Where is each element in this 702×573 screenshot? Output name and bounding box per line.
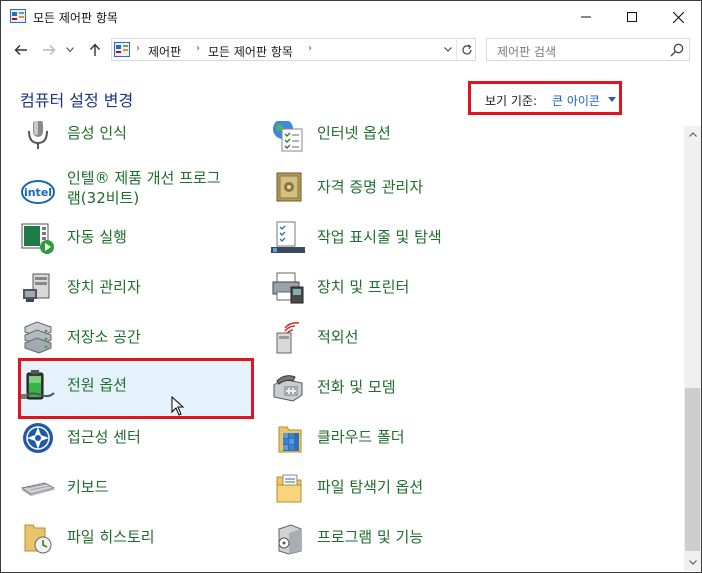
items-grid: 음성 인식 인터넷 옵션 intel 인텔® 제품 개선 프로그 램(32비트) bbox=[1, 121, 684, 572]
breadcrumb-separator-icon[interactable]: › bbox=[196, 43, 200, 54]
svg-text:intel: intel bbox=[24, 186, 52, 199]
search-placeholder: 제어판 검색 bbox=[497, 45, 557, 59]
address-bar[interactable]: › 제어판 › 모든 제어판 항목 › bbox=[111, 38, 476, 61]
navigation-bar: › 제어판 › 모든 제어판 항목 › 제어판 검색 bbox=[1, 33, 701, 67]
control-panel-window: 모든 제어판 항목 › 제어판 › 모든 제어판 항목 › 제어판 검색 컴퓨터… bbox=[0, 0, 702, 573]
item-label: 접근성 센터 bbox=[67, 428, 141, 446]
item-label: 전화 및 모뎀 bbox=[317, 378, 396, 396]
item-label: 키보드 bbox=[67, 478, 109, 496]
device-manager-icon bbox=[23, 273, 50, 302]
dropdown-caret-icon[interactable] bbox=[608, 97, 616, 102]
item-label: 작업 표시줄 및 탐색 bbox=[317, 228, 442, 246]
vertical-scrollbar[interactable] bbox=[684, 126, 701, 571]
keyboard-icon bbox=[21, 482, 55, 496]
file-history-icon bbox=[24, 524, 52, 554]
window-title: 모든 제어판 항목 bbox=[33, 11, 118, 25]
globe-checklist-icon bbox=[273, 121, 303, 152]
scroll-thumb[interactable] bbox=[685, 388, 700, 551]
close-icon bbox=[672, 11, 684, 23]
breadcrumb-separator-icon[interactable]: › bbox=[136, 43, 140, 54]
address-history-button[interactable] bbox=[440, 39, 456, 60]
control-panel-location-icon bbox=[114, 42, 130, 57]
back-arrow-icon bbox=[14, 45, 27, 55]
forward-arrow-icon bbox=[43, 45, 56, 55]
maximize-icon bbox=[627, 12, 637, 22]
item-label: 자격 증명 관리자 bbox=[317, 178, 424, 196]
ease-of-access-icon bbox=[23, 423, 53, 453]
chevron-down-icon bbox=[444, 47, 452, 52]
close-button[interactable] bbox=[655, 1, 701, 33]
vault-icon bbox=[276, 172, 302, 202]
view-by-label: 보기 기준: bbox=[485, 94, 538, 108]
item-label: 저장소 공간 bbox=[67, 328, 141, 346]
chevron-up-icon bbox=[688, 132, 697, 137]
up-button[interactable] bbox=[85, 41, 105, 59]
item-label: 램(32비트) bbox=[67, 189, 140, 207]
item-label: 적외선 bbox=[317, 328, 359, 346]
item-label: 전원 옵션 bbox=[67, 376, 127, 394]
autoplay-icon bbox=[21, 223, 54, 254]
view-by-dropdown[interactable]: 큰 아이콘 bbox=[552, 92, 600, 109]
item-label: 프로그램 및 기능 bbox=[317, 528, 424, 546]
refresh-icon bbox=[461, 43, 472, 54]
minimize-button[interactable] bbox=[563, 1, 609, 33]
search-icon[interactable] bbox=[669, 42, 685, 58]
intel-logo-icon: intel bbox=[21, 180, 55, 204]
breadcrumb-item-all-items[interactable]: 모든 제어판 항목 bbox=[208, 43, 293, 60]
chevron-down-icon bbox=[66, 47, 74, 53]
recent-locations-button[interactable] bbox=[63, 41, 77, 59]
maximize-button[interactable] bbox=[609, 1, 655, 33]
view-by-highlight: 보기 기준: 큰 아이콘 bbox=[468, 81, 622, 115]
storage-drives-icon bbox=[24, 321, 52, 354]
mouse-cursor-icon bbox=[171, 396, 185, 416]
cloud-folder-icon bbox=[278, 426, 302, 453]
breadcrumb-item-control-panel[interactable]: 제어판 bbox=[148, 43, 181, 60]
item-label: 장치 관리자 bbox=[67, 278, 141, 296]
battery-power-icon bbox=[21, 370, 55, 400]
scroll-down-button[interactable] bbox=[684, 554, 701, 571]
search-input[interactable]: 제어판 검색 bbox=[486, 38, 690, 61]
item-label: 파일 탐색기 옵션 bbox=[317, 478, 424, 496]
item-label: 파일 히스토리 bbox=[67, 528, 155, 546]
printer-icon bbox=[272, 272, 304, 304]
refresh-button[interactable] bbox=[456, 39, 476, 60]
back-button[interactable] bbox=[11, 41, 31, 59]
programs-box-icon bbox=[278, 524, 302, 555]
phone-modem-icon bbox=[273, 375, 303, 402]
breadcrumb-separator-icon[interactable]: › bbox=[308, 43, 312, 54]
scroll-up-button[interactable] bbox=[684, 126, 701, 143]
item-label: 음성 인식 bbox=[67, 124, 127, 142]
microphone-icon bbox=[28, 121, 48, 149]
up-arrow-icon bbox=[89, 43, 101, 56]
item-label: 자동 실행 bbox=[67, 228, 127, 246]
item-label: 클라우드 폴더 bbox=[317, 428, 405, 446]
page-title: 컴퓨터 설정 변경 bbox=[20, 91, 134, 110]
infrared-icon bbox=[276, 322, 300, 354]
item-label: 장치 및 프린터 bbox=[317, 278, 410, 296]
minimize-icon bbox=[581, 16, 591, 18]
item-label: 인터넷 옵션 bbox=[317, 124, 391, 142]
chevron-down-icon bbox=[688, 560, 697, 565]
folder-options-icon bbox=[276, 474, 302, 503]
control-panel-app-icon bbox=[10, 9, 26, 23]
forward-button[interactable] bbox=[39, 41, 59, 59]
taskbar-icon bbox=[271, 221, 305, 253]
item-label: 인텔® 제품 개선 프로그 bbox=[67, 169, 221, 187]
title-bar: 모든 제어판 항목 bbox=[1, 1, 701, 33]
